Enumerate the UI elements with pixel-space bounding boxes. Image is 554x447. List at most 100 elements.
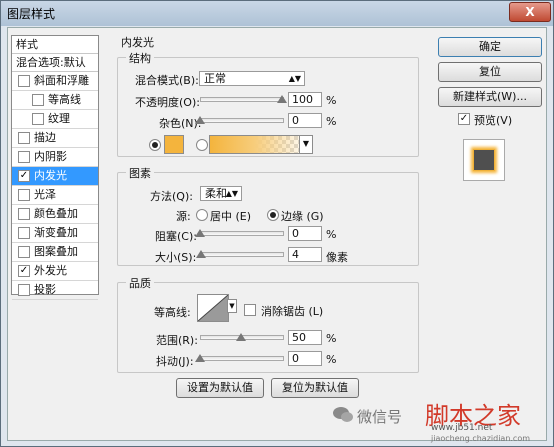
contour-picker[interactable]	[197, 294, 229, 322]
preview-shape	[473, 149, 495, 171]
sidebar-item[interactable]: 内阴影	[12, 148, 98, 167]
jitter-percent: %	[326, 353, 337, 366]
sidebar-item-checkbox[interactable]	[18, 151, 30, 163]
noise-input[interactable]: 0	[288, 113, 322, 128]
sidebar-item-checkbox[interactable]	[18, 132, 30, 144]
sidebar-item-checkbox[interactable]	[18, 227, 30, 239]
new-style-button[interactable]: 新建样式(W)...	[438, 87, 542, 107]
range-label: 范围(R):	[156, 334, 198, 347]
blend-mode-select[interactable]: 正常 ▲▼	[199, 71, 305, 86]
watermark-url-2: jiaocheng.chazidian.com	[431, 434, 531, 443]
close-button[interactable]: X	[509, 2, 551, 22]
range-slider-thumb[interactable]	[236, 333, 246, 341]
window-title: 图层样式	[7, 7, 56, 21]
size-slider-thumb[interactable]	[196, 250, 207, 258]
glow-color-swatch[interactable]	[164, 135, 184, 154]
wechat-icon	[333, 405, 353, 425]
jitter-slider-track[interactable]	[200, 356, 284, 361]
styles-header[interactable]: 样式	[12, 36, 98, 54]
reset-default-button[interactable]: 复位为默认值	[271, 378, 359, 398]
sidebar-item-checkbox[interactable]	[18, 284, 30, 296]
sidebar-item-checkbox[interactable]: ✓	[18, 170, 30, 182]
preview-checkbox[interactable]: ✓	[458, 113, 470, 125]
range-percent: %	[326, 332, 337, 345]
sidebar-item[interactable]: 颜色叠加	[12, 205, 98, 224]
sidebar-item-checkbox[interactable]	[18, 208, 30, 220]
jitter-input[interactable]: 0	[288, 351, 322, 366]
structure-legend: 结构	[126, 50, 154, 66]
technique-value: 柔和	[205, 187, 227, 200]
antialias-checkbox[interactable]	[244, 304, 256, 316]
sidebar-item-checkbox[interactable]	[18, 75, 30, 87]
chevron-down-icon: ▲▼	[225, 189, 238, 198]
blend-mode-value: 正常	[204, 72, 226, 85]
range-input[interactable]: 50	[288, 330, 322, 345]
panel-title: 内发光	[121, 36, 154, 49]
size-slider-track[interactable]	[200, 252, 284, 257]
sidebar-item-label: 光泽	[34, 188, 56, 201]
choke-label: 阻塞(C):	[155, 230, 197, 243]
sidebar-item[interactable]: 纹理	[12, 110, 98, 129]
noise-slider-thumb[interactable]	[195, 116, 205, 124]
size-label: 大小(S):	[155, 251, 197, 264]
contour-dropdown-icon[interactable]: ▼	[227, 299, 237, 313]
sidebar-item[interactable]: ✓ 外发光	[12, 262, 98, 281]
sidebar-item[interactable]: ✓ 内发光	[12, 167, 98, 186]
sidebar-item[interactable]: 图案叠加	[12, 243, 98, 262]
sidebar-item[interactable]: 渐变叠加	[12, 224, 98, 243]
elements-legend: 图素	[126, 165, 154, 181]
reset-button[interactable]: 复位	[438, 62, 542, 82]
opacity-input[interactable]: 100	[288, 92, 322, 107]
noise-slider-track[interactable]	[200, 118, 284, 123]
choke-percent: %	[326, 228, 337, 241]
choke-slider-thumb[interactable]	[195, 229, 205, 237]
size-input[interactable]: 4	[288, 247, 322, 262]
sidebar-item-label: 内发光	[34, 169, 67, 182]
blending-options-item[interactable]: 混合选项:默认	[12, 54, 98, 72]
sidebar-item[interactable]: 描边	[12, 129, 98, 148]
sidebar-item-checkbox[interactable]	[18, 246, 30, 258]
styles-list: 样式 混合选项:默认 斜面和浮雕等高线纹理描边内阴影 ✓ 内发光光泽颜色叠加渐变叠加…	[11, 35, 99, 300]
sidebar-item-label: 描边	[34, 131, 56, 144]
opacity-label: 不透明度(O):	[135, 96, 200, 109]
blend-mode-label: 混合模式(B):	[135, 74, 199, 87]
style-preview-thumbnail	[463, 139, 505, 181]
source-edge-radio[interactable]	[267, 209, 279, 221]
opacity-slider-thumb[interactable]	[277, 95, 287, 103]
sidebar-item-checkbox[interactable]	[32, 113, 44, 125]
make-default-button[interactable]: 设置为默认值	[176, 378, 264, 398]
ok-button[interactable]: 确定	[438, 37, 542, 57]
choke-slider-track[interactable]	[200, 231, 284, 236]
sidebar-item[interactable]: 等高线	[12, 91, 98, 110]
choke-input[interactable]: 0	[288, 226, 322, 241]
technique-label: 方法(Q):	[150, 190, 193, 203]
gradient-radio[interactable]	[196, 139, 208, 151]
sidebar-item-label: 纹理	[48, 112, 70, 125]
antialias-label: 消除锯齿 (L)	[261, 305, 324, 318]
sidebar-item-label: 投影	[34, 283, 56, 296]
jitter-slider-thumb[interactable]	[195, 354, 205, 362]
sidebar-item-label: 斜面和浮雕	[34, 74, 89, 87]
sidebar-item-checkbox[interactable]	[32, 94, 44, 106]
opacity-percent: %	[326, 94, 337, 107]
source-edge-label: 边缘 (G)	[281, 210, 324, 223]
source-center-radio[interactable]	[196, 209, 208, 221]
solid-color-radio[interactable]	[149, 139, 161, 151]
size-unit: 像素	[326, 251, 348, 264]
sidebar-item-checkbox[interactable]: ✓	[18, 265, 30, 277]
gradient-swatch[interactable]	[209, 135, 311, 154]
sidebar-item[interactable]: 斜面和浮雕	[12, 72, 98, 91]
technique-select[interactable]: 柔和 ▲▼	[200, 186, 242, 201]
contour-curve-icon	[198, 295, 228, 321]
sidebar-item-label: 内阴影	[34, 150, 67, 163]
opacity-slider-track[interactable]	[200, 97, 284, 102]
source-center-label: 居中 (E)	[210, 210, 252, 223]
sidebar-item-checkbox[interactable]	[18, 189, 30, 201]
contour-label: 等高线:	[154, 306, 191, 319]
sidebar-item[interactable]: 投影	[12, 281, 98, 300]
quality-legend: 品质	[126, 275, 154, 291]
sidebar-item[interactable]: 光泽	[12, 186, 98, 205]
sidebar-item-label: 颜色叠加	[34, 207, 78, 220]
gradient-dropdown-icon[interactable]: ▼	[299, 135, 313, 154]
layer-style-dialog: 图层样式 X 样式 混合选项:默认 斜面和浮雕等高线纹理描边内阴影 ✓ 内发光光泽颜…	[0, 0, 554, 447]
